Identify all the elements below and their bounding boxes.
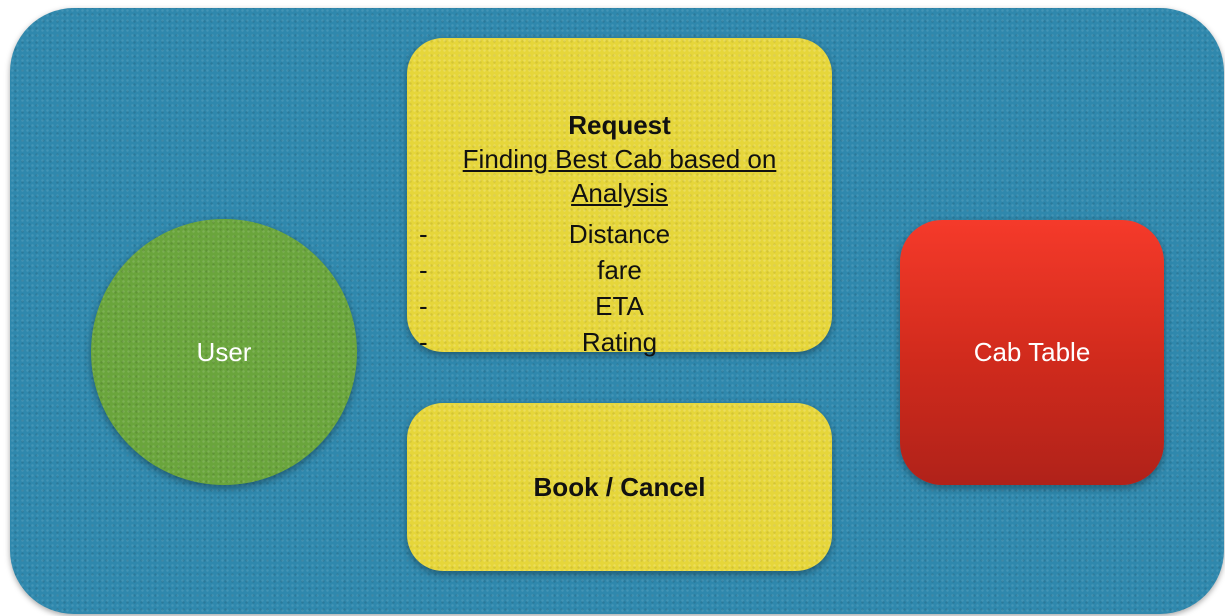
- criteria-item-rating: - Rating: [407, 324, 832, 360]
- criteria-dash: -: [419, 291, 428, 321]
- diagram-canvas: User Request Finding Best Cab based on A…: [0, 0, 1225, 616]
- criteria-item-eta: - ETA: [407, 288, 832, 324]
- cab-table-label: Cab Table: [973, 337, 1091, 367]
- book-cancel-label: Book / Cancel: [533, 471, 706, 502]
- request-box[interactable]: Request Finding Best Cab based on Analys…: [407, 38, 832, 357]
- request-subtitle-line2: Analysis: [571, 178, 668, 208]
- user-node[interactable]: User: [91, 219, 357, 485]
- request-title: Request: [568, 110, 671, 140]
- criteria-label: Rating: [581, 327, 658, 357]
- request-subtitle-line1: Finding Best Cab based on: [462, 144, 777, 174]
- criteria-dash: -: [419, 219, 428, 249]
- criteria-item-fare: - fare: [407, 252, 832, 288]
- criteria-list: - Distance - fare - ETA - Rating: [407, 216, 832, 360]
- criteria-dash: -: [419, 255, 428, 285]
- criteria-label: ETA: [595, 291, 644, 321]
- criteria-label: Distance: [568, 219, 671, 249]
- criteria-item-distance: - Distance: [407, 216, 832, 252]
- criteria-dash: -: [419, 327, 428, 357]
- user-label: User: [196, 336, 252, 367]
- criteria-label: fare: [597, 255, 642, 285]
- book-cancel-box[interactable]: Book / Cancel: [407, 403, 832, 571]
- cab-table-box[interactable]: Cab Table: [900, 220, 1164, 485]
